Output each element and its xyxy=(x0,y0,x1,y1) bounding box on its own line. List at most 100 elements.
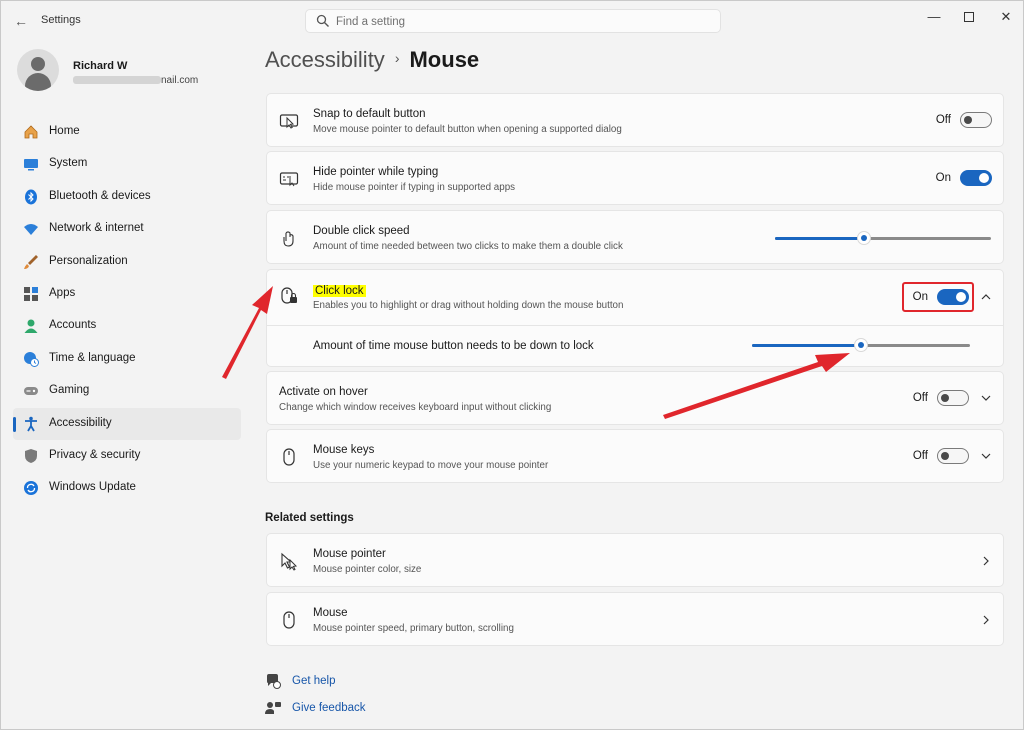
slider-thumb[interactable] xyxy=(854,338,868,352)
mouse-lock-icon xyxy=(281,287,297,304)
sidebar-item-bluetooth[interactable]: Bluetooth & devices xyxy=(13,181,241,213)
sidebar-item-accounts[interactable]: Accounts xyxy=(13,310,241,342)
profile-name: Richard W xyxy=(73,60,128,72)
accessibility-icon xyxy=(25,416,37,431)
minimize-icon[interactable]: — xyxy=(917,5,951,29)
sidebar-item-accessibility[interactable]: Accessibility xyxy=(13,407,241,440)
setting-title: Hide pointer while typing xyxy=(313,166,439,178)
double-click-speed-slider[interactable] xyxy=(775,231,991,245)
close-icon[interactable]: ✕ xyxy=(989,5,1023,29)
link-mouse-pointer[interactable]: Mouse pointer Mouse pointer color, size xyxy=(266,533,1004,587)
mouse-icon xyxy=(283,611,295,629)
sidebar-item-privacy[interactable]: Privacy & security xyxy=(13,440,241,472)
profile-email: nail.com xyxy=(73,75,198,86)
setting-double-click-speed: Double click speed Amount of time needed… xyxy=(266,210,1004,264)
breadcrumb: Accessibility › Mouse xyxy=(265,47,479,77)
home-icon xyxy=(24,125,38,139)
toggle-state-label: Off xyxy=(935,114,951,126)
slider-thumb[interactable] xyxy=(857,231,871,245)
setting-description: Change which window receives keyboard in… xyxy=(279,402,552,413)
setting-title: Snap to default button xyxy=(313,108,426,120)
setting-title: Double click speed xyxy=(313,225,410,237)
sidebar-item-label: Personalization xyxy=(49,254,128,267)
mouse-pointer-icon xyxy=(281,552,298,571)
avatar xyxy=(17,49,59,91)
system-icon xyxy=(24,159,38,171)
page-title: Mouse xyxy=(409,47,480,72)
app-title: Settings xyxy=(41,14,81,26)
setting-title: Mouse pointer xyxy=(313,548,386,560)
chevron-right-icon xyxy=(983,556,989,566)
setting-hide-pointer: Hide pointer while typing Hide mouse poi… xyxy=(266,151,1004,205)
sidebar-item-apps[interactable]: Apps xyxy=(13,278,241,310)
setting-description: Use your numeric keypad to move your mou… xyxy=(313,460,549,471)
gamepad-icon xyxy=(24,387,38,396)
sidebar-item-time-language[interactable]: Time & language xyxy=(13,343,241,375)
hide-pointer-toggle[interactable] xyxy=(960,170,992,186)
related-settings-heading: Related settings xyxy=(265,512,354,524)
settings-window: ← Settings — ✕ Richard W nail.com Home xyxy=(0,0,1024,730)
sidebar-item-label: Privacy & security xyxy=(49,448,141,461)
sidebar-item-label: Bluetooth & devices xyxy=(49,189,151,202)
search-input[interactable] xyxy=(336,13,706,30)
sidebar-item-home[interactable]: Home xyxy=(13,116,241,148)
apps-icon xyxy=(24,286,38,301)
setting-description: Hide mouse pointer if typing in supporte… xyxy=(313,182,516,193)
sidebar-item-label: Gaming xyxy=(49,384,90,397)
chevron-right-icon xyxy=(983,615,989,625)
sidebar-item-label: Network & internet xyxy=(49,222,144,235)
globe-clock-icon xyxy=(24,351,39,367)
setting-description: Move mouse pointer to default button whe… xyxy=(313,124,622,135)
search-icon xyxy=(316,14,329,27)
mouse-icon xyxy=(283,448,295,466)
mouse-keys-toggle[interactable] xyxy=(937,448,969,464)
setting-title: Activate on hover xyxy=(279,386,368,398)
link-mouse[interactable]: Mouse Mouse pointer speed, primary butto… xyxy=(266,592,1004,646)
setting-title: Mouse keys xyxy=(313,444,375,456)
user-profile[interactable]: Richard W nail.com xyxy=(17,49,247,99)
setting-title: Click lock xyxy=(313,285,366,297)
setting-snap-default-button: Snap to default button Move mouse pointe… xyxy=(266,93,1004,147)
sidebar-item-system[interactable]: System xyxy=(13,148,241,180)
sidebar-item-label: Windows Update xyxy=(49,481,136,494)
chevron-down-icon[interactable] xyxy=(979,391,993,405)
sidebar-nav: Home System Bluetooth & devices Network … xyxy=(13,116,241,505)
chevron-right-icon: › xyxy=(394,50,400,66)
sidebar-item-label: System xyxy=(49,157,88,170)
toggle-state-label: Off xyxy=(912,450,928,462)
sidebar-item-label: Accessibility xyxy=(49,416,112,429)
title-bar: ← Settings — ✕ xyxy=(1,1,1023,41)
click-lock-time-label: Amount of time mouse button needs to be … xyxy=(313,340,594,352)
chevron-up-icon[interactable] xyxy=(979,290,993,304)
chevron-down-icon[interactable] xyxy=(979,449,993,463)
sidebar-item-label: Time & language xyxy=(49,351,136,364)
wifi-icon xyxy=(24,224,38,236)
back-arrow-icon[interactable]: ← xyxy=(11,11,31,31)
setting-mouse-keys[interactable]: Mouse keys Use your numeric keypad to mo… xyxy=(266,429,1004,483)
sidebar-item-label: Accounts xyxy=(49,319,97,332)
sidebar-item-label: Home xyxy=(49,125,80,137)
divider xyxy=(267,325,1003,326)
brush-icon xyxy=(24,254,38,269)
sidebar-item-windows-update[interactable]: Windows Update xyxy=(13,472,241,504)
sidebar-item-personalization[interactable]: Personalization xyxy=(13,246,241,278)
update-icon xyxy=(24,481,38,496)
setting-title: Mouse xyxy=(313,607,348,619)
breadcrumb-parent[interactable]: Accessibility xyxy=(265,47,385,72)
click-lock-time-slider[interactable] xyxy=(752,338,970,352)
search-box[interactable] xyxy=(305,9,721,33)
sidebar-item-gaming[interactable]: Gaming xyxy=(13,375,241,407)
sidebar-item-network[interactable]: Network & internet xyxy=(13,213,241,245)
give-feedback-label[interactable]: Give feedback xyxy=(292,702,366,714)
feedback-icon xyxy=(265,702,281,714)
setting-description: Amount of time needed between two clicks… xyxy=(313,241,623,252)
get-help-label[interactable]: Get help xyxy=(292,675,335,687)
bluetooth-icon xyxy=(25,189,37,205)
maximize-icon[interactable] xyxy=(952,5,986,29)
setting-description: Enables you to highlight or drag without… xyxy=(313,300,624,311)
annotation-box xyxy=(902,282,974,312)
setting-activate-on-hover[interactable]: Activate on hover Change which window re… xyxy=(266,371,1004,425)
activate-hover-toggle[interactable] xyxy=(937,390,969,406)
snap-toggle[interactable] xyxy=(960,112,992,128)
hide-pointer-icon xyxy=(279,172,299,187)
